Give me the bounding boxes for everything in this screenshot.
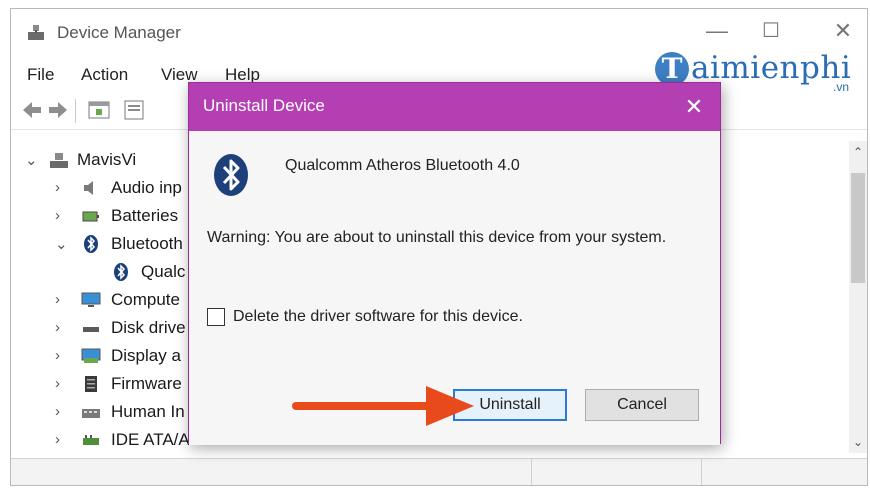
dialog-title: Uninstall Device xyxy=(203,96,325,115)
toolbar-separator xyxy=(75,99,76,123)
chevron-right-icon[interactable]: › xyxy=(55,403,69,420)
back-arrow-icon[interactable] xyxy=(21,99,43,121)
bluetooth-icon xyxy=(114,263,128,281)
status-separator xyxy=(701,459,702,485)
chevron-right-icon[interactable]: › xyxy=(55,375,69,392)
tree-item-label: Audio inp xyxy=(111,178,182,197)
chevron-right-icon[interactable]: › xyxy=(55,207,69,224)
view-icon[interactable] xyxy=(123,99,145,121)
dialog-title-bar: Uninstall Device ✕ xyxy=(189,83,720,131)
display-adapter-icon xyxy=(81,348,101,363)
vertical-scrollbar[interactable]: ⌃ ⌄ xyxy=(849,141,867,453)
scroll-down-icon[interactable]: ⌄ xyxy=(851,435,865,449)
ide-controller-icon xyxy=(83,435,99,445)
disk-drive-icon xyxy=(83,327,99,332)
tree-item-label: Firmware xyxy=(111,374,182,393)
tree-item-label: Disk drive xyxy=(111,318,186,337)
scroll-up-icon[interactable]: ⌃ xyxy=(851,145,865,159)
tree-item-label: Compute xyxy=(111,290,180,309)
delete-driver-checkbox[interactable] xyxy=(207,308,225,326)
delete-driver-label[interactable]: Delete the driver software for this devi… xyxy=(233,308,523,326)
keyboard-icon xyxy=(82,409,100,418)
watermark-ball: T xyxy=(655,52,689,86)
device-name: Qualcomm Atheros Bluetooth 4.0 xyxy=(285,157,520,174)
forward-arrow-icon[interactable] xyxy=(47,99,69,121)
firmware-icon xyxy=(85,376,97,392)
monitor-icon xyxy=(81,292,101,307)
dialog-close-button[interactable]: ✕ xyxy=(678,91,710,123)
cancel-button[interactable]: Cancel xyxy=(585,389,699,421)
chevron-right-icon[interactable]: › xyxy=(55,291,69,308)
battery-icon xyxy=(82,211,99,222)
minimize-button[interactable]: — xyxy=(697,15,737,47)
watermark-domain: .vn xyxy=(833,80,850,94)
tree-item-label: Qualc xyxy=(141,262,186,281)
device-manager-icon xyxy=(28,25,44,40)
maximize-button[interactable]: ☐ xyxy=(751,15,791,47)
warning-text: Warning: You are about to uninstall this… xyxy=(207,229,667,246)
chevron-right-icon[interactable]: › xyxy=(55,319,69,336)
properties-icon[interactable] xyxy=(87,99,111,121)
tree-item-label: Human In xyxy=(111,402,185,421)
status-bar xyxy=(11,458,867,485)
tree-root-label: MavisVi xyxy=(77,150,137,169)
computer-icon xyxy=(50,153,68,168)
menu-action[interactable]: Action xyxy=(81,65,128,85)
chevron-right-icon[interactable]: › xyxy=(55,179,69,196)
bluetooth-icon xyxy=(214,154,248,196)
window-title: Device Manager xyxy=(57,23,181,42)
menu-file[interactable]: File xyxy=(27,65,54,85)
bluetooth-icon xyxy=(84,235,98,253)
close-button[interactable]: ✕ xyxy=(823,15,863,47)
chevron-right-icon[interactable]: › xyxy=(55,347,69,364)
chevron-right-icon[interactable]: › xyxy=(55,431,69,448)
speaker-icon xyxy=(84,181,93,195)
chevron-down-icon[interactable]: ⌄ xyxy=(55,235,69,253)
tree-item-label: Batteries xyxy=(111,206,179,225)
status-separator xyxy=(531,459,532,485)
chevron-down-icon[interactable]: ⌄ xyxy=(25,151,39,169)
scrollbar-thumb[interactable] xyxy=(851,173,865,283)
tree-item-label: Display a xyxy=(111,346,181,365)
annotation-arrow-icon xyxy=(292,386,474,426)
watermark-text: aimienphi xyxy=(691,50,852,86)
tree-item-label: Bluetooth xyxy=(111,234,183,253)
